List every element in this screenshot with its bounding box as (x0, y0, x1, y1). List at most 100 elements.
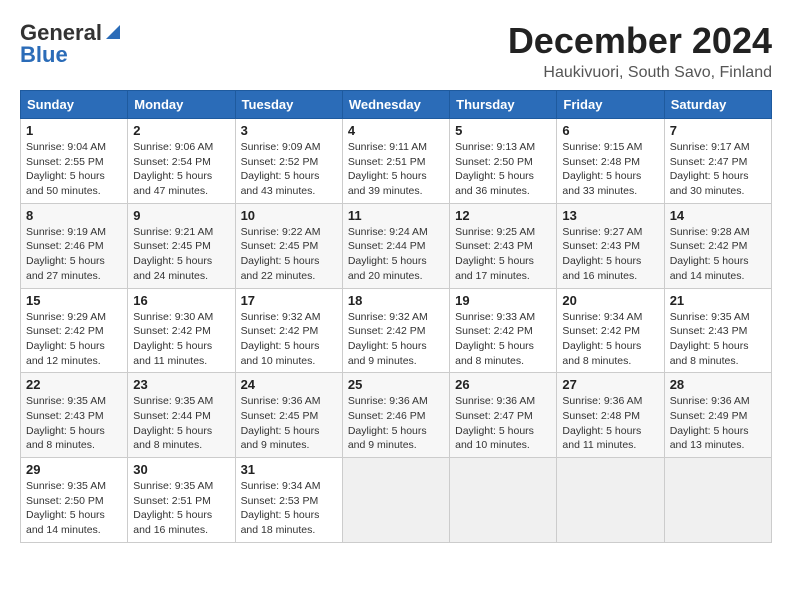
day-number: 23 (133, 377, 229, 392)
day-info: Sunrise: 9:22 AMSunset: 2:45 PMDaylight:… (241, 225, 337, 284)
calendar-week-3: 15Sunrise: 9:29 AMSunset: 2:42 PMDayligh… (21, 288, 772, 373)
calendar-cell: 9 Sunrise: 9:21 AMSunset: 2:45 PMDaylight… (128, 203, 235, 288)
calendar-cell: 27Sunrise: 9:36 AMSunset: 2:48 PMDayligh… (557, 373, 664, 458)
calendar-cell: 10 Sunrise: 9:22 AMSunset: 2:45 PMDayligh… (235, 203, 342, 288)
calendar-cell: 20 Sunrise: 9:34 AMSunset: 2:42 PMDayligh… (557, 288, 664, 373)
day-number: 6 (562, 123, 658, 138)
day-number: 9 (133, 208, 229, 223)
subtitle: Haukivuori, South Savo, Finland (508, 64, 772, 82)
calendar-cell: 5Sunrise: 9:13 AMSunset: 2:50 PMDaylight… (450, 119, 557, 204)
day-number: 27 (562, 377, 658, 392)
main-title: December 2024 (508, 20, 772, 62)
weekday-header-wednesday: Wednesday (342, 91, 449, 119)
calendar-cell: 29 Sunrise: 9:35 AMSunset: 2:50 PMDayligh… (21, 458, 128, 543)
day-number: 20 (562, 293, 658, 308)
day-info: Sunrise: 9:30 AMSunset: 2:42 PMDaylight:… (133, 310, 229, 369)
logo-triangle-icon (104, 23, 122, 41)
calendar-cell: 16 Sunrise: 9:30 AMSunset: 2:42 PMDayligh… (128, 288, 235, 373)
day-info: Sunrise: 9:09 AMSunset: 2:52 PMDaylight:… (241, 140, 337, 199)
weekday-header-tuesday: Tuesday (235, 91, 342, 119)
day-number: 22 (26, 377, 122, 392)
day-info: Sunrise: 9:04 AMSunset: 2:55 PMDaylight:… (26, 140, 122, 199)
calendar-cell: 1 Sunrise: 9:04 AMSunset: 2:55 PMDaylight… (21, 119, 128, 204)
calendar-cell: 18 Sunrise: 9:32 AMSunset: 2:42 PMDayligh… (342, 288, 449, 373)
day-info: Sunrise: 9:11 AMSunset: 2:51 PMDaylight:… (348, 140, 444, 199)
calendar-cell: 2 Sunrise: 9:06 AMSunset: 2:54 PMDaylight… (128, 119, 235, 204)
weekday-header-thursday: Thursday (450, 91, 557, 119)
weekday-header-saturday: Saturday (664, 91, 771, 119)
calendar-cell: 28 Sunrise: 9:36 AMSunset: 2:49 PMDayligh… (664, 373, 771, 458)
calendar-week-5: 29 Sunrise: 9:35 AMSunset: 2:50 PMDayligh… (21, 458, 772, 543)
day-info: Sunrise: 9:36 AMSunset: 2:46 PMDaylight:… (348, 394, 444, 453)
day-number: 14 (670, 208, 766, 223)
day-number: 8 (26, 208, 122, 223)
day-info: Sunrise: 9:27 AMSunset: 2:43 PMDaylight:… (562, 225, 658, 284)
calendar-cell: 8 Sunrise: 9:19 AMSunset: 2:46 PMDaylight… (21, 203, 128, 288)
weekday-header-friday: Friday (557, 91, 664, 119)
calendar-cell: 26 Sunrise: 9:36 AMSunset: 2:47 PMDayligh… (450, 373, 557, 458)
calendar-cell: 11 Sunrise: 9:24 AMSunset: 2:44 PMDayligh… (342, 203, 449, 288)
calendar-cell: 23 Sunrise: 9:35 AMSunset: 2:44 PMDayligh… (128, 373, 235, 458)
day-number: 24 (241, 377, 337, 392)
calendar-week-4: 22 Sunrise: 9:35 AMSunset: 2:43 PMDayligh… (21, 373, 772, 458)
weekday-header-monday: Monday (128, 91, 235, 119)
day-number: 4 (348, 123, 444, 138)
day-number: 19 (455, 293, 551, 308)
day-number: 28 (670, 377, 766, 392)
day-number: 18 (348, 293, 444, 308)
day-info: Sunrise: 9:36 AMSunset: 2:47 PMDaylight:… (455, 394, 551, 453)
day-info: Sunrise: 9:17 AMSunset: 2:47 PMDaylight:… (670, 140, 766, 199)
day-info: Sunrise: 9:32 AMSunset: 2:42 PMDaylight:… (348, 310, 444, 369)
day-number: 26 (455, 377, 551, 392)
page-header: General Blue December 2024 Haukivuori, S… (20, 20, 772, 82)
day-number: 7 (670, 123, 766, 138)
calendar-week-1: 1 Sunrise: 9:04 AMSunset: 2:55 PMDaylight… (21, 119, 772, 204)
calendar-cell: 6Sunrise: 9:15 AMSunset: 2:48 PMDaylight… (557, 119, 664, 204)
day-info: Sunrise: 9:35 AMSunset: 2:50 PMDaylight:… (26, 479, 122, 538)
calendar-cell: 30Sunrise: 9:35 AMSunset: 2:51 PMDayligh… (128, 458, 235, 543)
calendar-cell: 31 Sunrise: 9:34 AMSunset: 2:53 PMDayligh… (235, 458, 342, 543)
day-info: Sunrise: 9:24 AMSunset: 2:44 PMDaylight:… (348, 225, 444, 284)
day-number: 11 (348, 208, 444, 223)
day-info: Sunrise: 9:35 AMSunset: 2:51 PMDaylight:… (133, 479, 229, 538)
calendar-cell: 21Sunrise: 9:35 AMSunset: 2:43 PMDayligh… (664, 288, 771, 373)
calendar-week-2: 8 Sunrise: 9:19 AMSunset: 2:46 PMDaylight… (21, 203, 772, 288)
day-info: Sunrise: 9:19 AMSunset: 2:46 PMDaylight:… (26, 225, 122, 284)
calendar-cell: 3Sunrise: 9:09 AMSunset: 2:52 PMDaylight… (235, 119, 342, 204)
day-info: Sunrise: 9:35 AMSunset: 2:43 PMDaylight:… (26, 394, 122, 453)
calendar-cell (557, 458, 664, 543)
day-number: 1 (26, 123, 122, 138)
day-number: 21 (670, 293, 766, 308)
day-number: 2 (133, 123, 229, 138)
calendar-cell: 7 Sunrise: 9:17 AMSunset: 2:47 PMDaylight… (664, 119, 771, 204)
calendar-cell (664, 458, 771, 543)
day-info: Sunrise: 9:33 AMSunset: 2:42 PMDaylight:… (455, 310, 551, 369)
day-info: Sunrise: 9:25 AMSunset: 2:43 PMDaylight:… (455, 225, 551, 284)
calendar-cell: 22 Sunrise: 9:35 AMSunset: 2:43 PMDayligh… (21, 373, 128, 458)
title-area: December 2024 Haukivuori, South Savo, Fi… (508, 20, 772, 82)
day-number: 16 (133, 293, 229, 308)
day-info: Sunrise: 9:06 AMSunset: 2:54 PMDaylight:… (133, 140, 229, 199)
day-info: Sunrise: 9:34 AMSunset: 2:53 PMDaylight:… (241, 479, 337, 538)
logo-blue-text: Blue (20, 42, 68, 68)
day-number: 17 (241, 293, 337, 308)
calendar-cell: 14 Sunrise: 9:28 AMSunset: 2:42 PMDayligh… (664, 203, 771, 288)
day-info: Sunrise: 9:29 AMSunset: 2:42 PMDaylight:… (26, 310, 122, 369)
logo: General Blue (20, 20, 122, 68)
day-info: Sunrise: 9:32 AMSunset: 2:42 PMDaylight:… (241, 310, 337, 369)
day-info: Sunrise: 9:21 AMSunset: 2:45 PMDaylight:… (133, 225, 229, 284)
day-number: 29 (26, 462, 122, 477)
day-number: 31 (241, 462, 337, 477)
calendar-cell: 24Sunrise: 9:36 AMSunset: 2:45 PMDayligh… (235, 373, 342, 458)
calendar-cell: 25Sunrise: 9:36 AMSunset: 2:46 PMDayligh… (342, 373, 449, 458)
day-number: 10 (241, 208, 337, 223)
day-info: Sunrise: 9:36 AMSunset: 2:49 PMDaylight:… (670, 394, 766, 453)
calendar-cell (342, 458, 449, 543)
day-info: Sunrise: 9:34 AMSunset: 2:42 PMDaylight:… (562, 310, 658, 369)
day-info: Sunrise: 9:35 AMSunset: 2:44 PMDaylight:… (133, 394, 229, 453)
day-info: Sunrise: 9:28 AMSunset: 2:42 PMDaylight:… (670, 225, 766, 284)
weekday-header-sunday: Sunday (21, 91, 128, 119)
weekday-header-row: SundayMondayTuesdayWednesdayThursdayFrid… (21, 91, 772, 119)
day-number: 13 (562, 208, 658, 223)
calendar-table: SundayMondayTuesdayWednesdayThursdayFrid… (20, 90, 772, 543)
